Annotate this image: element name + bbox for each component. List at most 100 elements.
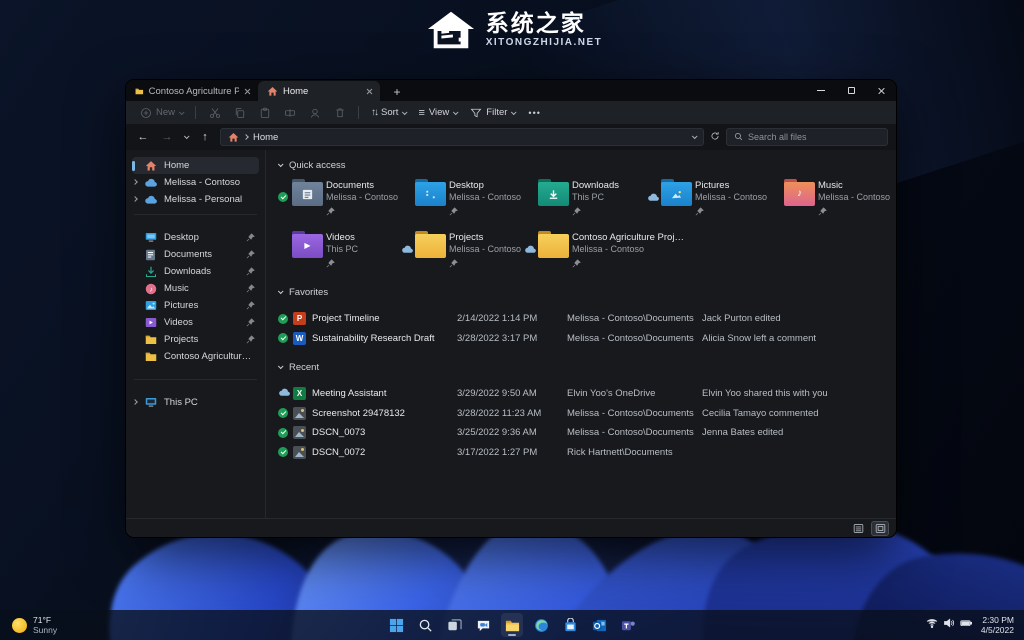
more-options-button[interactable]: •••	[522, 108, 546, 118]
weather-widget[interactable]: 71°F Sunny	[0, 610, 69, 640]
teams-button[interactable]	[617, 613, 639, 637]
sort-button[interactable]: ↑↓ Sort	[366, 105, 411, 120]
task-view-button[interactable]	[443, 613, 465, 637]
breadcrumb[interactable]: Home	[220, 128, 704, 146]
search-input[interactable]	[748, 132, 880, 142]
details-view-button[interactable]	[850, 522, 866, 535]
paste-button[interactable]	[253, 104, 276, 121]
quick-access-tile-music[interactable]: ♪ Music Melissa - Contoso	[770, 178, 893, 221]
file-explorer-button[interactable]	[501, 613, 523, 637]
rename-button[interactable]	[278, 104, 301, 121]
share-button[interactable]	[303, 104, 326, 121]
battery-icon[interactable]	[960, 616, 972, 634]
sidebar-item-this-pc[interactable]: This PC	[132, 394, 259, 411]
taskbar-clock[interactable]: 2:30 PM 4/5/2022	[981, 615, 1014, 635]
store-button[interactable]	[559, 613, 581, 637]
address-dropdown-icon[interactable]	[692, 133, 698, 139]
view-button[interactable]: ≡ View	[413, 105, 462, 121]
new-tab-button[interactable]: +	[386, 83, 408, 101]
pin-icon	[246, 284, 255, 293]
quick-access-tile-videos[interactable]: ▶ Videos This PC	[278, 230, 401, 273]
pin-icon	[246, 233, 255, 242]
weather-condition: Sunny	[33, 625, 57, 635]
close-icon	[877, 87, 885, 95]
sidebar-item-melissa-personal[interactable]: Melissa - Personal	[132, 191, 259, 208]
forward-button[interactable]: →	[158, 131, 176, 143]
minimize-button[interactable]	[806, 80, 836, 101]
sidebar-item-home[interactable]: Home	[132, 157, 259, 174]
file-row-screenshot-29478132[interactable]: Screenshot 29478132 3/28/2022 11:23 AM M…	[278, 404, 896, 424]
quick-access-tile-contoso-agriculture-project[interactable]: Contoso Agriculture Project Melissa - Co…	[524, 230, 684, 273]
section-quick-access-header[interactable]: Quick access	[278, 154, 896, 176]
new-button[interactable]: New	[134, 104, 188, 121]
sidebar-item-music[interactable]: ♪ Music	[132, 280, 259, 297]
filter-button[interactable]: Filter	[464, 104, 520, 121]
file-row-meeting-assistant[interactable]: X Meeting Assistant 3/29/2022 9:50 AM El…	[278, 384, 896, 404]
tab-close-icon[interactable]	[244, 88, 251, 95]
tile-name: Videos	[326, 232, 358, 244]
delete-button[interactable]	[328, 104, 351, 121]
sidebar-item-pictures[interactable]: Pictures	[132, 297, 259, 314]
breadcrumb-root[interactable]: Home	[253, 132, 278, 143]
sidebar-item-label: Projects	[164, 334, 198, 345]
copy-button[interactable]	[228, 104, 251, 121]
chat-button[interactable]	[472, 613, 494, 637]
section-recent-header[interactable]: Recent	[278, 356, 896, 378]
image-file-icon	[293, 407, 306, 420]
tab-contoso-agriculture-project[interactable]: Contoso Agriculture Project	[126, 81, 258, 101]
pin-icon	[246, 318, 255, 327]
divider	[134, 379, 257, 380]
status-bar	[126, 518, 896, 537]
tab-home[interactable]: Home	[258, 81, 380, 101]
section-favorites-header[interactable]: Favorites	[278, 281, 896, 303]
chevron-down-icon	[278, 363, 284, 369]
chevron-expand-icon[interactable]	[132, 196, 138, 202]
volume-icon[interactable]	[943, 616, 955, 634]
sidebar-item-desktop[interactable]: Desktop	[132, 229, 259, 246]
chevron-expand-icon[interactable]	[132, 179, 138, 185]
back-button[interactable]: ←	[134, 131, 152, 143]
tile-location: Melissa - Contoso	[449, 244, 521, 255]
cut-button[interactable]	[203, 104, 226, 121]
tab-close-icon[interactable]	[366, 88, 373, 95]
pin-icon	[818, 207, 827, 216]
sidebar-item-projects[interactable]: Projects	[132, 331, 259, 348]
up-button[interactable]: ↑	[196, 131, 214, 143]
tile-name: Pictures	[695, 180, 767, 192]
maximize-icon	[848, 87, 855, 94]
tile-location: Melissa - Contoso	[449, 192, 521, 203]
file-row-dscn-0073[interactable]: DSCN_0073 3/25/2022 9:36 AM Melissa - Co…	[278, 423, 896, 443]
file-row-dscn-0072[interactable]: DSCN_0072 3/17/2022 1:27 PM Rick Hartnet…	[278, 443, 896, 463]
quick-access-tile-pictures[interactable]: Pictures Melissa - Contoso	[647, 178, 770, 221]
refresh-button[interactable]	[710, 128, 720, 146]
maximize-button[interactable]	[836, 80, 866, 101]
sidebar-item-label: Pictures	[164, 300, 198, 311]
quick-access-tile-desktop[interactable]: Desktop Melissa - Contoso	[401, 178, 524, 221]
search-button[interactable]	[414, 613, 436, 637]
edge-button[interactable]	[530, 613, 552, 637]
outlook-button[interactable]	[588, 613, 610, 637]
sidebar-item-downloads[interactable]: Downloads	[132, 263, 259, 280]
sidebar-item-videos[interactable]: Videos	[132, 314, 259, 331]
search-box[interactable]	[726, 128, 888, 146]
history-chevron-icon[interactable]	[184, 133, 190, 139]
wifi-icon[interactable]	[926, 616, 938, 634]
file-row-sustainability-research-draft[interactable]: W Sustainability Research Draft 3/28/202…	[278, 329, 896, 349]
sidebar-item-melissa-contoso[interactable]: Melissa - Contoso	[132, 174, 259, 191]
weather-temp: 71°F	[33, 615, 57, 625]
close-button[interactable]	[866, 80, 896, 101]
pin-icon	[246, 301, 255, 310]
file-name: Meeting Assistant	[312, 388, 457, 399]
start-button[interactable]	[385, 613, 407, 637]
onedrive-cloud-icon	[144, 176, 157, 189]
large-icons-view-button[interactable]	[872, 522, 888, 535]
quick-access-tile-downloads[interactable]: Downloads This PC	[524, 178, 647, 221]
sidebar-item-contoso-agriculture-project[interactable]: Contoso Agriculture Project	[132, 348, 259, 365]
quick-access-tile-projects[interactable]: Projects Melissa - Contoso	[401, 230, 524, 273]
sidebar-item-documents[interactable]: Documents	[132, 246, 259, 263]
quick-access-tile-documents[interactable]: Documents Melissa - Contoso	[278, 178, 401, 221]
tile-location: Melissa - Contoso	[695, 192, 767, 203]
chevron-expand-icon[interactable]	[132, 399, 138, 405]
file-row-project-timeline[interactable]: P Project Timeline 2/14/2022 1:14 PM Mel…	[278, 309, 896, 329]
file-location: Melissa - Contoso\Documents	[567, 427, 702, 438]
